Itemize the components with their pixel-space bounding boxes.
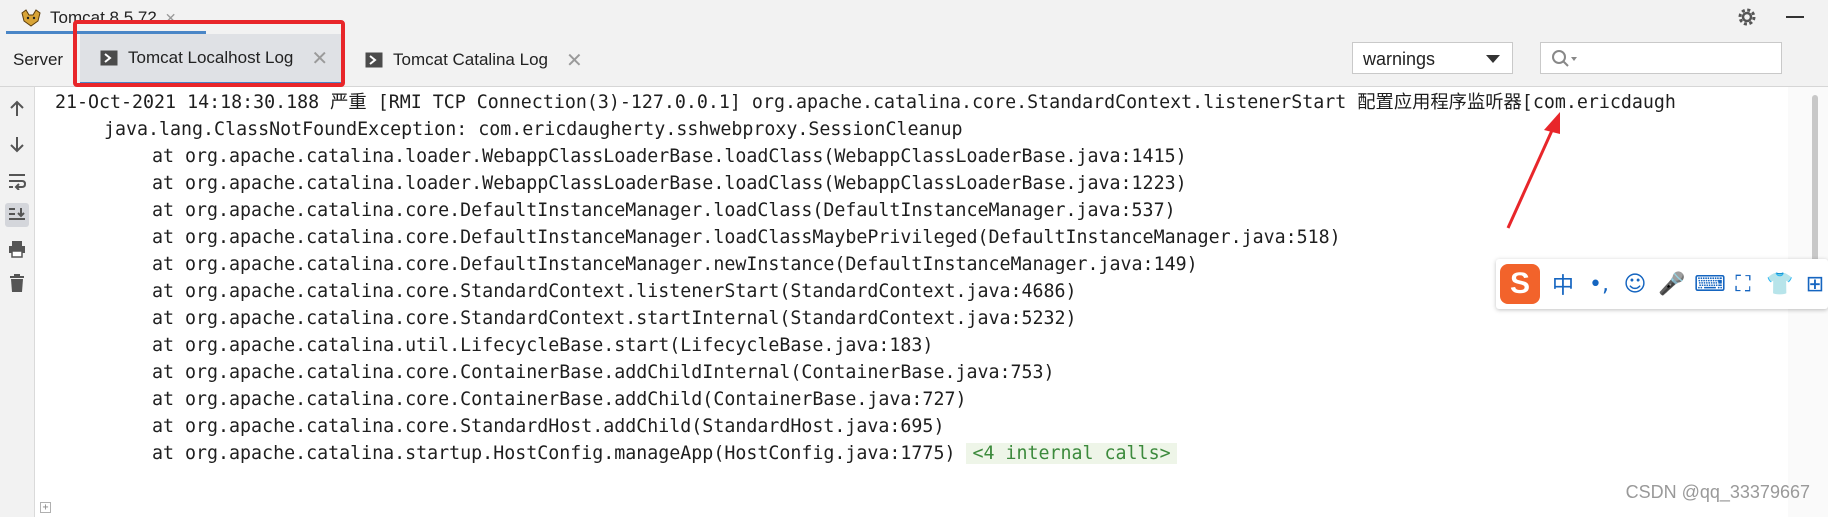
close-icon[interactable]: ✕ bbox=[566, 48, 583, 73]
ime-microphone-icon[interactable]: 🎤 bbox=[1658, 272, 1685, 297]
console-tab-icon bbox=[365, 52, 383, 68]
scrollbar-thumb[interactable] bbox=[1812, 95, 1818, 275]
ime-chinese-mode[interactable]: 中 bbox=[1550, 268, 1576, 300]
tab-server[interactable]: Server bbox=[13, 50, 63, 70]
ime-keyboard-icon[interactable]: ⌨ bbox=[1694, 272, 1726, 297]
ime-punctuation-icon[interactable]: •, bbox=[1586, 272, 1612, 297]
watermark-text: CSDN @qq_33379667 bbox=[1625, 482, 1810, 502]
internal-calls-link[interactable]: <4 internal calls> bbox=[966, 443, 1177, 464]
gear-icon[interactable] bbox=[1736, 6, 1758, 28]
arrow-up-icon[interactable] bbox=[5, 97, 29, 121]
chevron-down-icon bbox=[1486, 55, 1500, 63]
arrow-down-icon[interactable] bbox=[5, 132, 29, 156]
ime-toolbar[interactable]: S 中 •, ☺ 🎤 ⌨ ⛶ 👕 ⊞ bbox=[1496, 259, 1828, 309]
soft-wrap-icon[interactable] bbox=[5, 169, 29, 193]
log-line-last: at org.apache.catalina.startup.HostConfi… bbox=[152, 438, 1177, 469]
sogou-logo-icon[interactable]: S bbox=[1500, 264, 1540, 304]
search-input[interactable] bbox=[1540, 42, 1782, 74]
filter-selected-value: warnings bbox=[1363, 49, 1436, 69]
tab-tomcat-catalina-log[interactable]: Tomcat Catalina Log ✕ bbox=[345, 34, 585, 86]
ime-tools-icon[interactable]: ⛶ bbox=[1730, 272, 1756, 297]
ime-emoji-icon[interactable]: ☺ bbox=[1622, 272, 1648, 297]
log-line-text: at org.apache.catalina.startup.HostConfi… bbox=[152, 443, 967, 464]
annotation-arrow bbox=[1506, 112, 1560, 229]
search-icon bbox=[1552, 50, 1577, 67]
fold-toggle-icon[interactable]: + bbox=[40, 502, 51, 513]
trash-icon[interactable] bbox=[5, 271, 29, 295]
ime-more-icon[interactable]: ⊞ bbox=[1802, 272, 1828, 297]
print-icon[interactable] bbox=[5, 237, 29, 261]
minimize-icon[interactable] bbox=[1786, 16, 1804, 18]
tab-label: Tomcat Catalina Log bbox=[393, 50, 548, 69]
console-side-toolbar bbox=[0, 87, 35, 517]
log-level-filter-select[interactable]: warnings bbox=[1352, 42, 1513, 74]
annotation-highlight-box bbox=[73, 20, 345, 87]
tomcat-icon bbox=[21, 9, 41, 27]
ime-skin-icon[interactable]: 👕 bbox=[1766, 272, 1793, 297]
scroll-to-end-icon[interactable] bbox=[5, 203, 29, 227]
